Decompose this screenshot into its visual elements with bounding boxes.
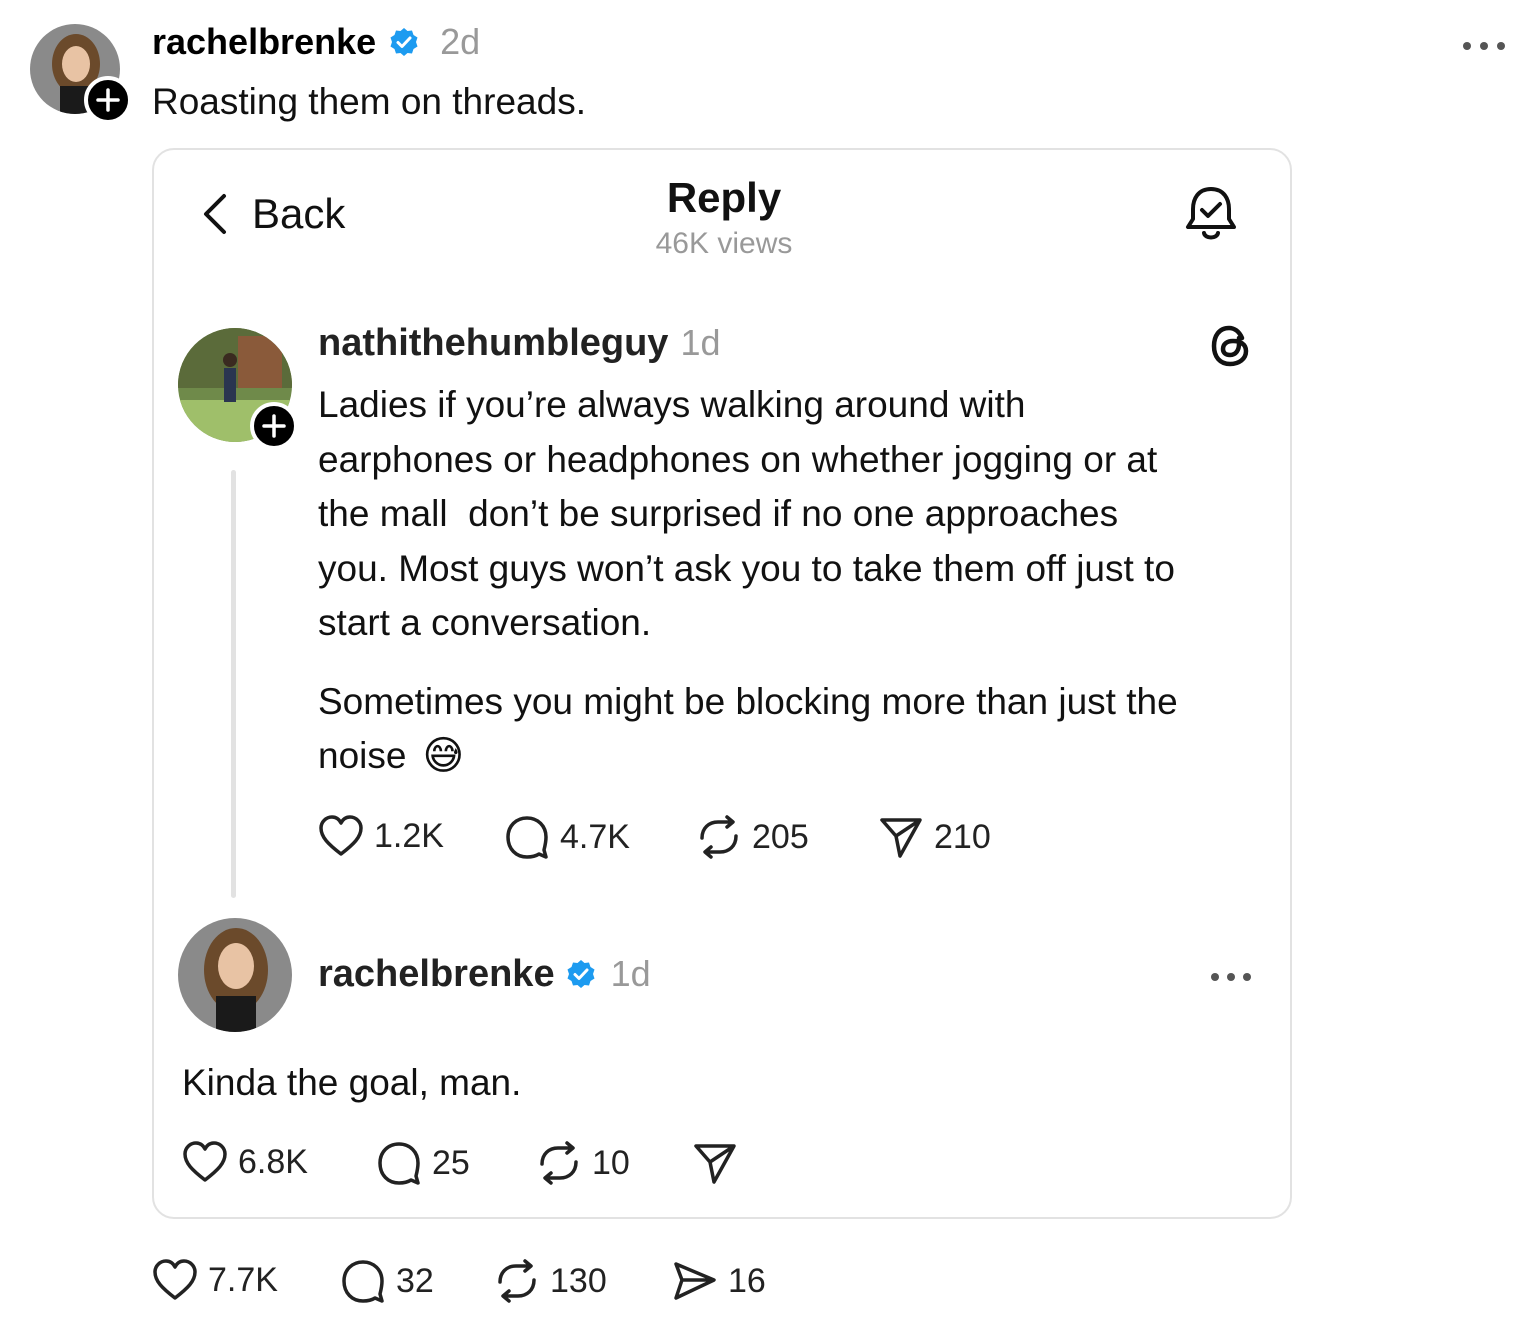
- reply-more-button[interactable]: [1210, 969, 1252, 987]
- post-reply-button[interactable]: 32: [340, 1258, 434, 1304]
- repost-icon: [498, 1259, 536, 1303]
- more-options-button[interactable]: [1462, 38, 1506, 56]
- post-time: 2d: [440, 21, 481, 62]
- original-reply-button[interactable]: 4.7K: [504, 814, 630, 860]
- more-icon: [1463, 42, 1505, 50]
- post-share-button[interactable]: 16: [672, 1258, 766, 1304]
- plus-icon: [262, 414, 286, 438]
- repost-count: 10: [592, 1143, 630, 1182]
- original-share-button[interactable]: 210: [878, 814, 991, 860]
- more-icon: [1211, 973, 1251, 981]
- repost-count: 205: [752, 817, 809, 856]
- back-button[interactable]: Back: [200, 190, 345, 238]
- original-post-time: 1d: [680, 322, 721, 363]
- share-count: 16: [728, 1261, 766, 1300]
- verified-badge-icon: [565, 958, 597, 990]
- reply-share-button[interactable]: [692, 1140, 738, 1186]
- share-icon: [694, 1144, 736, 1184]
- original-line: noise: [318, 735, 407, 776]
- heart-icon: [319, 815, 363, 856]
- original-post-text: Ladies if you’re always walking around w…: [318, 378, 1268, 784]
- thread-line: [231, 470, 236, 898]
- repost-count: 130: [550, 1261, 607, 1300]
- post-text: Roasting them on threads.: [152, 81, 586, 122]
- author-username[interactable]: rachelbrenke: [152, 21, 376, 63]
- original-author-username[interactable]: nathithehumbleguy: [318, 322, 668, 365]
- like-count: 7.7K: [208, 1260, 278, 1299]
- like-count: 1.2K: [374, 816, 444, 855]
- post-like-button[interactable]: 7.7K: [152, 1258, 278, 1302]
- reply-count: 4.7K: [560, 817, 630, 856]
- original-line: Ladies if you’re always walking around w…: [318, 384, 1026, 425]
- reply-author-username[interactable]: rachelbrenke: [318, 953, 555, 996]
- original-line: Sometimes you might be blocking more tha…: [318, 680, 1178, 722]
- original-like-button[interactable]: 1.2K: [318, 814, 444, 858]
- bell-check-icon: [1186, 187, 1236, 240]
- share-icon: [880, 818, 922, 858]
- screen-title: Reply: [666, 174, 782, 221]
- original-follow-button[interactable]: [250, 402, 298, 450]
- repost-icon: [700, 815, 738, 859]
- back-chevron-icon: [204, 194, 226, 234]
- threads-logo-icon: [1208, 322, 1254, 375]
- reply-reply-button[interactable]: 25: [376, 1140, 470, 1186]
- view-count: 46K views: [655, 227, 793, 260]
- original-line: the mall don’t be surprised if no one ap…: [318, 493, 1119, 534]
- share-icon: [674, 1262, 716, 1300]
- reply-count: 32: [396, 1261, 434, 1300]
- post-repost-button[interactable]: 130: [494, 1258, 607, 1304]
- reply-time: 1d: [610, 953, 651, 994]
- comment-icon: [378, 1142, 420, 1185]
- like-count: 6.8K: [238, 1142, 308, 1181]
- repost-icon: [540, 1141, 578, 1185]
- reply-author-avatar[interactable]: [178, 918, 292, 1032]
- original-repost-button[interactable]: 205: [696, 814, 809, 860]
- plus-icon: [96, 88, 120, 112]
- verified-badge-icon: [388, 26, 420, 58]
- comment-icon: [506, 816, 548, 859]
- original-line: you. Most guys won’t ask you to take the…: [318, 547, 1175, 589]
- reply-count: 25: [432, 1143, 470, 1182]
- original-line: start a conversation.: [318, 602, 652, 643]
- heart-icon: [183, 1141, 227, 1182]
- follow-button[interactable]: [84, 76, 132, 124]
- original-line: earphones or headphones on whether joggi…: [318, 438, 1158, 480]
- back-label: Back: [252, 190, 346, 237]
- reply-like-button[interactable]: 6.8K: [182, 1140, 308, 1184]
- reply-repost-button[interactable]: 10: [536, 1140, 630, 1186]
- notification-bell-button[interactable]: [1184, 185, 1238, 250]
- reply-text: Kinda the goal, man.: [182, 1062, 522, 1103]
- sweat-smile-emoji: 😅: [422, 734, 465, 778]
- share-count: 210: [934, 817, 991, 856]
- heart-icon: [153, 1259, 197, 1300]
- comment-icon: [342, 1260, 384, 1303]
